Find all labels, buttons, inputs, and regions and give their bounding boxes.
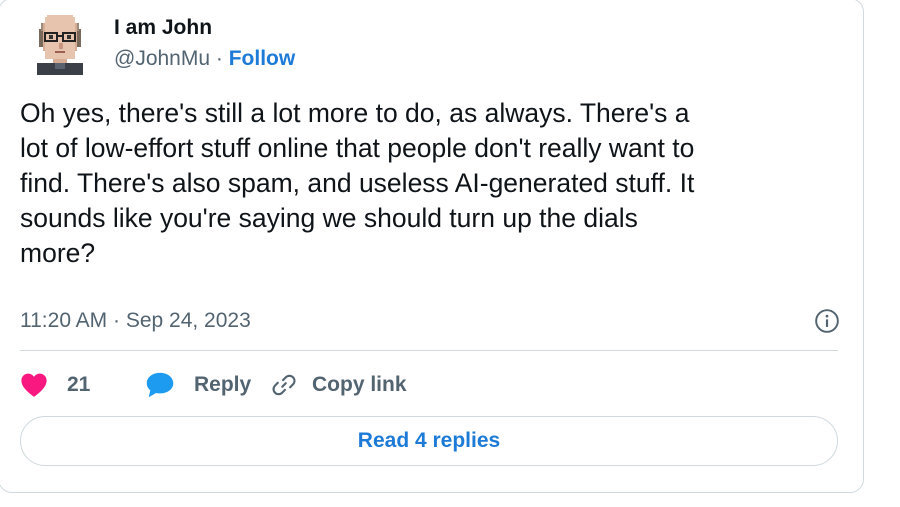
- tweet-timestamp[interactable]: 11:20 AM · Sep 24, 2023: [20, 309, 251, 333]
- reply-button[interactable]: Reply: [145, 371, 270, 399]
- heart-icon: [21, 373, 47, 397]
- info-icon[interactable]: [814, 308, 840, 334]
- speech-bubble-icon: [146, 372, 174, 398]
- like-button[interactable]: 21: [20, 372, 145, 398]
- reply-label: Reply: [194, 373, 252, 396]
- author-display-name[interactable]: I am John: [114, 15, 295, 41]
- author-block: I am John @JohnMu · Follow: [114, 15, 295, 74]
- follow-button[interactable]: Follow: [229, 47, 296, 70]
- tweet-header: I am John @JohnMu · Follow: [29, 13, 295, 83]
- author-handle-row: @JohnMu · Follow: [114, 44, 295, 74]
- read-replies-button[interactable]: Read 4 replies: [20, 416, 838, 466]
- like-count: 21: [67, 373, 91, 396]
- copy-link-button[interactable]: Copy link: [270, 371, 407, 399]
- avatar[interactable]: [29, 13, 91, 75]
- copy-link-label: Copy link: [312, 373, 407, 396]
- tweet-meta-row: 11:20 AM · Sep 24, 2023: [20, 306, 840, 336]
- tweet-card: I am John @JohnMu · Follow Oh yes, there…: [0, 0, 864, 493]
- tweet-text: Oh yes, there's still a lot more to do, …: [20, 98, 695, 268]
- action-bar: 21 Reply Copy link: [20, 368, 407, 402]
- handle-separator: ·: [210, 47, 229, 70]
- link-icon: [272, 374, 296, 396]
- author-handle[interactable]: @JohnMu: [114, 47, 210, 70]
- divider: [20, 350, 838, 351]
